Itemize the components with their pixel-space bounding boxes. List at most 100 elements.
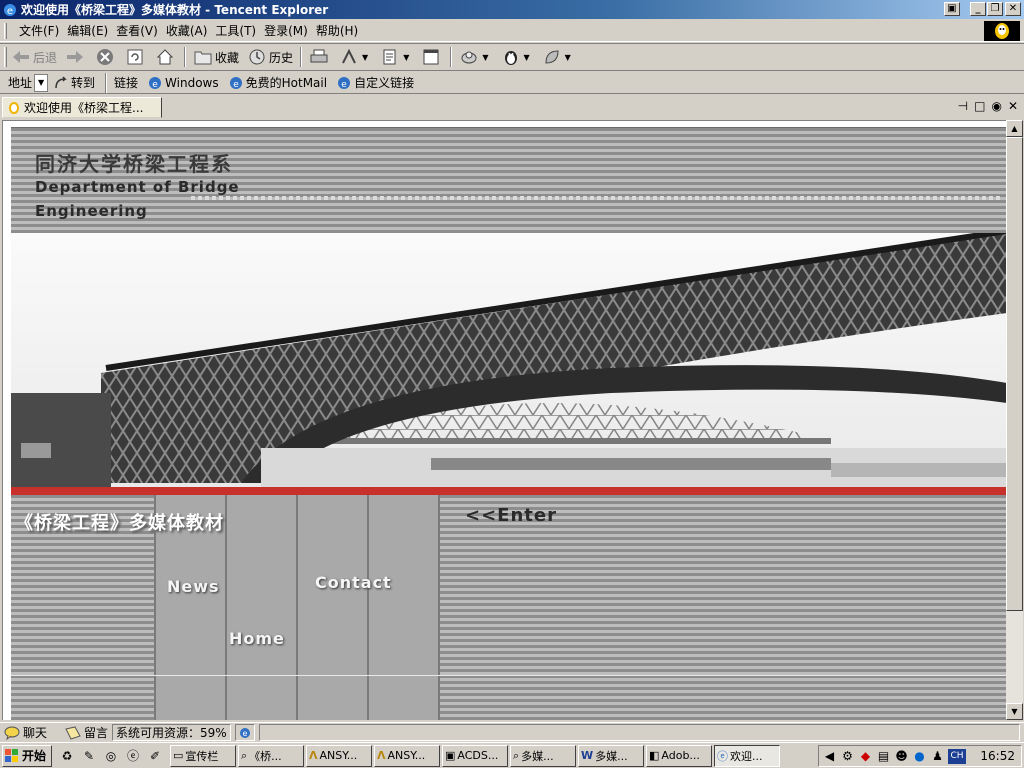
monitor-icon[interactable]: ▤ <box>876 749 891 764</box>
ie-icon[interactable]: ⓔ <box>124 747 142 765</box>
menu-login[interactable]: 登录(M) <box>260 22 312 39</box>
address-dropdown[interactable]: ▼ <box>34 73 49 92</box>
address-label: 地址 <box>8 76 33 90</box>
search-tool-button[interactable]: ▼ <box>538 45 579 69</box>
nav-news-link[interactable]: News <box>167 577 220 596</box>
forward-button[interactable] <box>61 45 91 69</box>
new-page-icon[interactable]: □ <box>974 99 985 113</box>
language-indicator[interactable]: CH <box>948 748 966 764</box>
tools-button[interactable]: ▼ <box>335 45 376 69</box>
scroll-up-button[interactable]: ▲ <box>1006 120 1023 137</box>
task-button-active[interactable]: ⓔ 欢迎... <box>714 744 780 767</box>
task-label: 《桥... <box>249 749 282 763</box>
go-arrow-icon <box>54 75 68 90</box>
home-icon <box>155 47 175 67</box>
tab-welcome[interactable]: 欢迎使用《桥梁工程... <box>2 96 162 118</box>
menu-grip <box>4 22 7 39</box>
task-button[interactable]: ▣ ACDS... <box>442 744 508 767</box>
task-button[interactable]: ⌕ 《桥... <box>238 744 304 767</box>
messenger-icon[interactable]: ☻ <box>894 749 909 764</box>
menu-bar: 文件(F) 编辑(E) 查看(V) 收藏(A) 工具(T) 登录(M) 帮助(H… <box>0 20 1024 42</box>
menu-edit[interactable]: 编辑(E) <box>63 22 112 39</box>
task-label: 多媒... <box>595 749 628 763</box>
refresh-app-icon[interactable]: ♻ <box>58 747 76 765</box>
address-bar: 地址 ▼ 转到 链接 e Windows e 免费的HotMail e 自定义链… <box>0 72 1024 94</box>
plugin-icon <box>459 47 479 67</box>
media-icon[interactable]: ◎ <box>102 747 120 765</box>
print-button[interactable] <box>305 45 335 69</box>
menu-view[interactable]: 查看(V) <box>112 22 162 39</box>
eye-icon[interactable]: ◉ <box>991 99 1001 113</box>
dropdown-arrow-icon[interactable]: ▼ <box>524 53 530 62</box>
edit-doc-icon <box>380 47 400 67</box>
horizontal-rule <box>11 675 1006 676</box>
qq-button[interactable]: ▼ <box>497 45 538 69</box>
task-button[interactable]: ▭ 宣传栏 <box>170 744 236 767</box>
history-label: 历史 <box>269 50 294 65</box>
task-label: 多媒... <box>521 749 554 763</box>
browser-icon: e <box>2 2 18 18</box>
refresh-button[interactable] <box>121 45 151 69</box>
tab-controls: ⊣ □ ◉ ✕ <box>958 99 1018 113</box>
menu-tools[interactable]: 工具(T) <box>211 22 260 39</box>
window-button[interactable] <box>417 45 447 69</box>
start-button[interactable]: 开始 <box>2 744 52 767</box>
go-label: 转到 <box>71 76 96 90</box>
history-button[interactable]: 历史 <box>243 45 297 69</box>
course-title: 《桥梁工程》多媒体教材 <box>15 513 224 534</box>
menu-file[interactable]: 文件(F) <box>15 22 63 39</box>
volume-icon[interactable]: ◀ <box>822 749 837 764</box>
task-button[interactable]: Λ ANSY... <box>306 744 372 767</box>
menu-help[interactable]: 帮助(H) <box>312 22 362 39</box>
menu-items: 文件(F) 编辑(E) 查看(V) 收藏(A) 工具(T) 登录(M) 帮助(H… <box>15 22 362 39</box>
close-button[interactable]: ✕ <box>1005 2 1021 16</box>
clock: 16:52 <box>980 749 1015 763</box>
link-custom[interactable]: e 自定义链接 <box>337 74 414 91</box>
edit-button[interactable]: ▼ <box>376 45 417 69</box>
scroll-thumb[interactable] <box>1006 137 1023 611</box>
task-button[interactable]: ⌕ 多媒... <box>510 744 576 767</box>
dropdown-arrow-icon[interactable]: ▼ <box>482 53 488 62</box>
penguin-tray-icon[interactable]: ♟ <box>930 749 945 764</box>
nav-home-link[interactable]: Home <box>229 629 285 648</box>
task-button[interactable]: Λ ANSY... <box>374 744 440 767</box>
vertical-scrollbar[interactable]: ▲ ▼ <box>1006 120 1023 720</box>
minimize-button[interactable]: _ <box>970 2 986 16</box>
back-button[interactable]: 后退 <box>7 45 61 69</box>
plugin-button[interactable]: ▼ <box>455 45 496 69</box>
link-windows[interactable]: e Windows <box>148 76 219 90</box>
dropdown-arrow-icon[interactable]: ▼ <box>403 53 409 62</box>
network-icon[interactable]: ⚙ <box>840 749 855 764</box>
task-button[interactable]: ◧ Adob... <box>646 744 712 767</box>
message-button[interactable]: 留言 <box>65 724 108 741</box>
task-button[interactable]: W 多媒... <box>578 744 644 767</box>
menu-favorites[interactable]: 收藏(A) <box>162 22 212 39</box>
restore-small-icon[interactable]: ▣ <box>944 2 960 16</box>
pin-icon[interactable]: ⊣ <box>958 99 968 113</box>
stop-button[interactable] <box>91 45 121 69</box>
go-button[interactable]: 转到 <box>54 74 95 91</box>
enter-link[interactable]: <<Enter <box>465 505 557 526</box>
accent-divider <box>11 487 1006 495</box>
link-hotmail[interactable]: e 免费的HotMail <box>229 74 327 91</box>
department-name-cn: 同济大学桥梁工程系 <box>35 152 233 176</box>
pen-icon[interactable]: ✎ <box>80 747 98 765</box>
close-tab-icon[interactable]: ✕ <box>1008 99 1018 113</box>
chat-tray-icon[interactable]: ● <box>912 749 927 764</box>
links-label: 链接 <box>114 76 139 90</box>
antivirus-icon[interactable]: ◆ <box>858 749 873 764</box>
task-label: ACDS... <box>457 749 499 762</box>
scroll-down-button[interactable]: ▼ <box>1006 703 1023 720</box>
dropdown-arrow-icon[interactable]: ▼ <box>362 53 368 62</box>
dropdown-arrow-icon[interactable]: ▼ <box>565 53 571 62</box>
edit-app-icon[interactable]: ✐ <box>146 747 164 765</box>
chat-button[interactable]: 聊天 <box>4 724 47 741</box>
ie-status-icon: e <box>239 727 251 739</box>
home-button[interactable] <box>151 45 181 69</box>
ie-icon: ⓔ <box>717 749 728 763</box>
nav-contact-link[interactable]: Contact <box>315 573 392 592</box>
favorites-button[interactable]: 收藏 <box>189 45 243 69</box>
task-label: 宣传栏 <box>185 749 219 763</box>
printer-icon <box>309 47 329 67</box>
maximize-button[interactable]: ❐ <box>987 2 1003 16</box>
